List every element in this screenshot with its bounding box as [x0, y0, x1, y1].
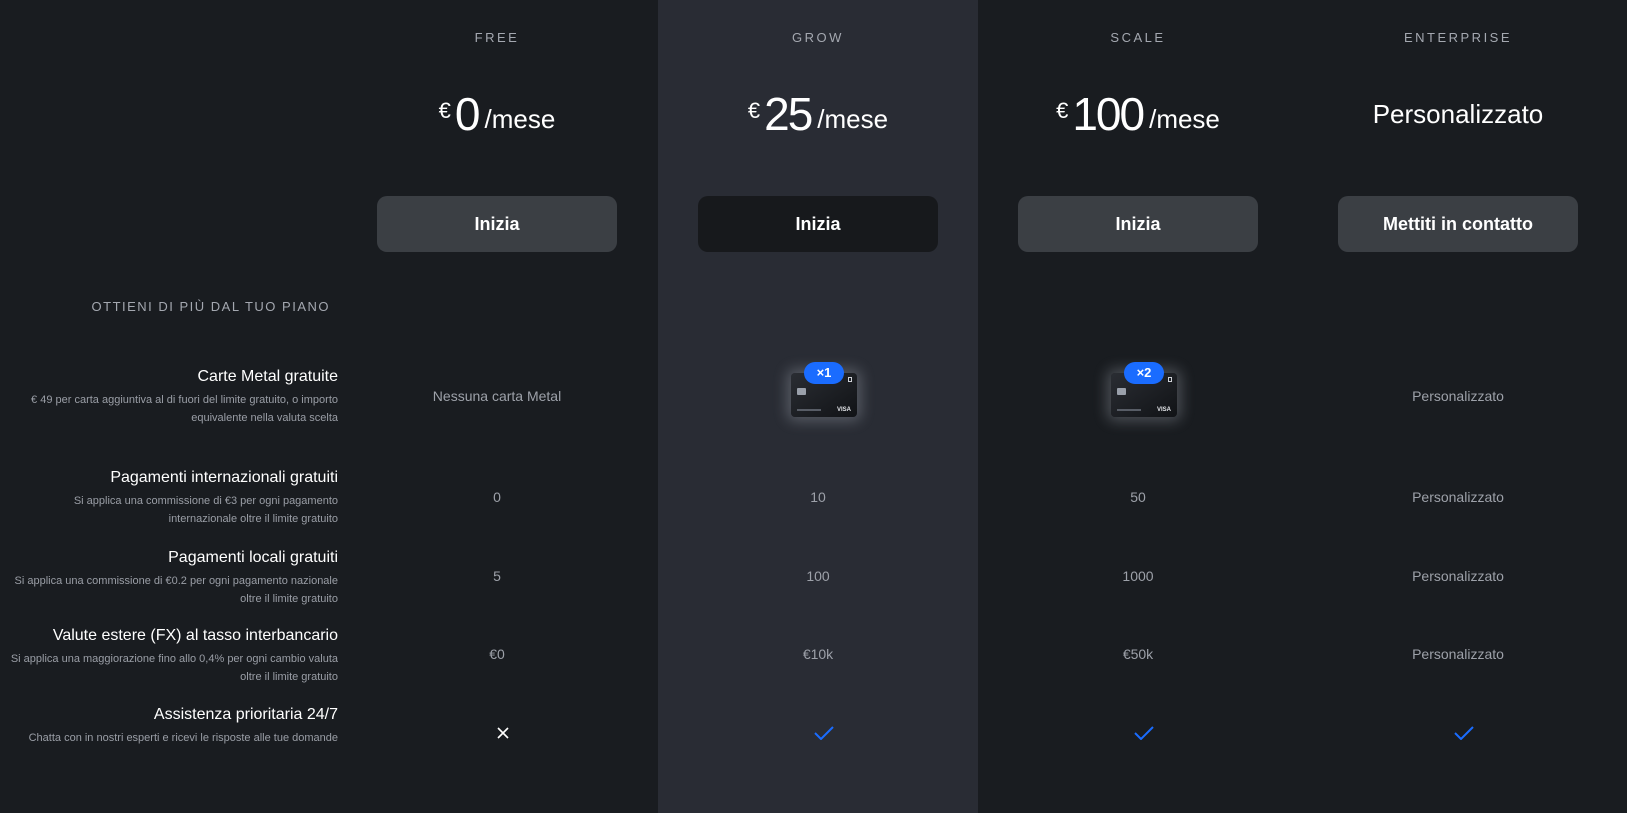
metal-card-scale: VISA ×2 — [1109, 362, 1179, 418]
start-grow-button[interactable]: Inizia — [698, 196, 938, 252]
local-enterprise-value: Personalizzato — [1412, 568, 1504, 584]
feature-metal-cards: Carte Metal gratuite € 49 per carta aggi… — [0, 367, 338, 427]
feature-international-payments: Pagamenti internazionali gratuiti Si app… — [0, 468, 338, 528]
plan-name: ENTERPRISE — [1403, 30, 1513, 45]
feature-fx: Valute estere (FX) al tasso interbancari… — [0, 626, 338, 686]
plan-price: € 100 /mese — [1018, 86, 1258, 142]
local-scale-value: 1000 — [1122, 568, 1154, 584]
feature-title: Pagamenti internazionali gratuiti — [110, 469, 338, 486]
price-currency: € — [438, 98, 451, 123]
local-grow-value: 100 — [806, 568, 830, 584]
card-chip-icon — [797, 388, 806, 395]
intl-free-value: 0 — [493, 489, 501, 505]
feature-title: Valute estere (FX) al tasso interbancari… — [52, 627, 338, 644]
plan-name: SCALE — [1110, 30, 1166, 45]
check-icon — [1134, 726, 1154, 740]
feature-description: Chatta con in nostri esperti e ricevi le… — [28, 732, 338, 744]
price-period: /mese — [484, 104, 556, 134]
plan-price-custom: Personalizzato — [1372, 99, 1544, 129]
contactless-icon — [848, 377, 852, 382]
metal-count-badge: ×1 — [804, 362, 844, 384]
metal-enterprise-value: Personalizzato — [1412, 388, 1504, 404]
feature-title: Pagamenti locali gratuiti — [168, 549, 338, 566]
price-amount: 0 — [454, 88, 481, 140]
fx-enterprise-value: Personalizzato — [1412, 646, 1504, 662]
metal-free-value: Nessuna carta Metal — [432, 388, 562, 404]
plan-price: € 25 /mese — [698, 86, 938, 142]
feature-title: Assistenza prioritaria 24/7 — [153, 706, 338, 723]
price-currency: € — [747, 98, 761, 123]
plan-name: GROW — [792, 30, 844, 45]
feature-description: € 49 per carta aggiuntiva al di fuori de… — [31, 394, 338, 424]
card-chip-icon — [1117, 388, 1126, 395]
fx-free-value: €0 — [489, 646, 505, 662]
intl-scale-value: 50 — [1130, 489, 1146, 505]
start-scale-button[interactable]: Inizia — [1018, 196, 1258, 252]
contact-us-button[interactable]: Mettiti in contatto — [1338, 196, 1578, 252]
x-icon — [497, 727, 509, 739]
visa-logo: VISA — [1156, 407, 1171, 413]
feature-description: Si applica una commissione di €3 per ogn… — [73, 495, 338, 525]
feature-title: Carte Metal gratuite — [197, 368, 338, 385]
contactless-icon — [1168, 377, 1172, 382]
check-icon — [1454, 726, 1474, 740]
feature-description: Si applica una maggiorazione fino allo 0… — [10, 653, 338, 683]
price-amount: 25 — [764, 88, 813, 140]
visa-logo: VISA — [836, 407, 851, 413]
intl-enterprise-value: Personalizzato — [1412, 489, 1504, 505]
plan-price: € 0 /mese — [377, 86, 617, 142]
metal-count-badge: ×2 — [1124, 362, 1164, 384]
price-currency: € — [1056, 98, 1069, 123]
metal-card-grow: VISA ×1 — [789, 362, 859, 418]
plan-name: FREE — [474, 30, 520, 45]
section-title: OTTIENI DI PIÙ DAL TUO PIANO — [91, 299, 330, 314]
fx-grow-value: €10k — [802, 646, 834, 662]
price-amount: 100 — [1072, 88, 1145, 140]
intl-grow-value: 10 — [810, 489, 826, 505]
local-free-value: 5 — [493, 568, 501, 584]
check-icon — [814, 726, 834, 740]
price-period: /mese — [817, 104, 889, 134]
feature-description: Si applica una commissione di €0.2 per o… — [14, 575, 339, 605]
fx-scale-value: €50k — [1122, 646, 1154, 662]
price-period: /mese — [1149, 104, 1220, 134]
feature-local-payments: Pagamenti locali gratuiti Si applica una… — [0, 548, 339, 608]
start-free-button[interactable]: Inizia — [377, 196, 617, 252]
feature-priority-support: Assistenza prioritaria 24/7 Chatta con i… — [0, 705, 338, 747]
